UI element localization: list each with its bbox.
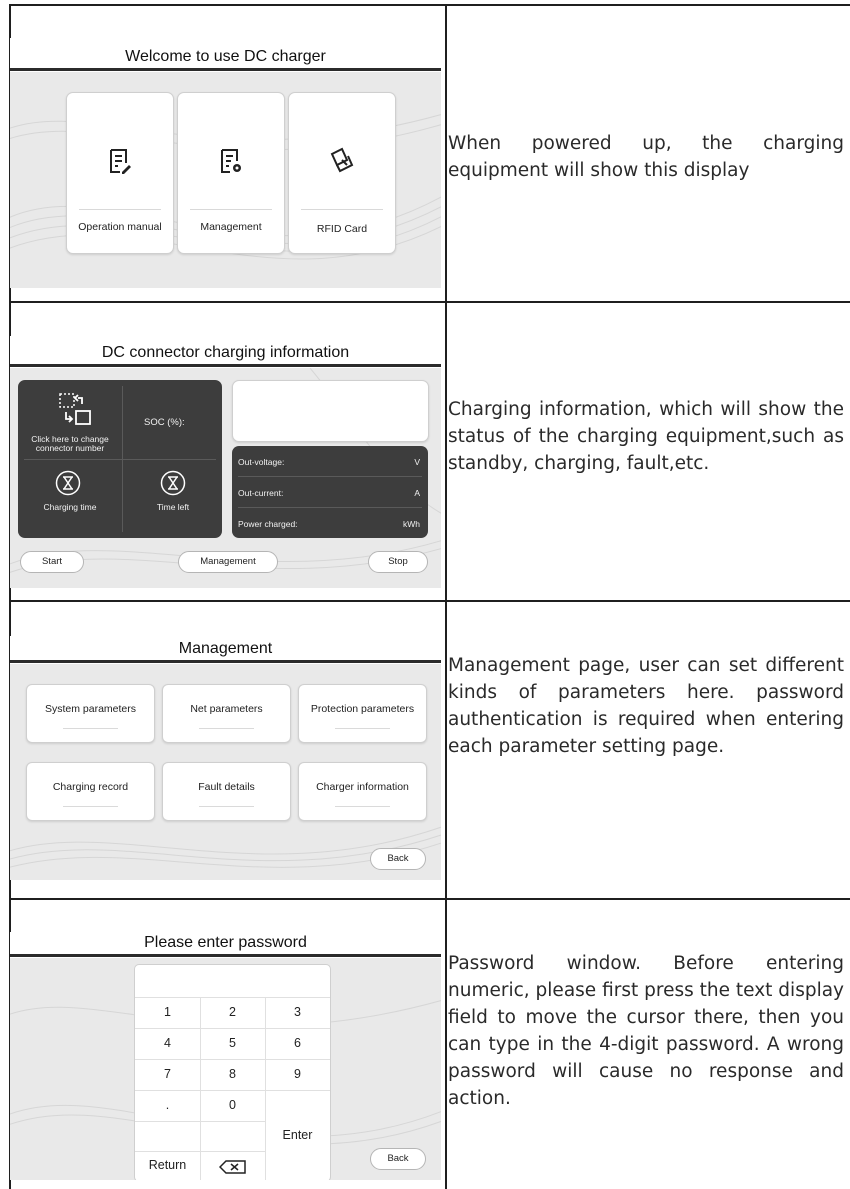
charging-info-screen: DC connector charging information Click …: [10, 336, 441, 588]
item-label: Net parameters: [190, 703, 263, 715]
enter-key[interactable]: Enter: [265, 1128, 330, 1142]
card-divider: [190, 209, 272, 210]
back-button[interactable]: Back: [370, 1148, 426, 1170]
backspace-icon[interactable]: [219, 1159, 247, 1175]
key-7[interactable]: 7: [135, 1067, 200, 1081]
change-connector-label[interactable]: Click here to change connector number: [20, 435, 120, 453]
card-label: Operation manual: [78, 221, 162, 233]
out-current-label: Out-current:: [238, 488, 284, 498]
key-2[interactable]: 2: [200, 1005, 265, 1019]
screen-title: Please enter password: [144, 934, 307, 951]
screen-title: Welcome to use DC charger: [125, 48, 326, 65]
row-description: Management page, user can set different …: [448, 655, 844, 757]
soc-label: SOC (%):: [144, 417, 185, 428]
key-3[interactable]: 3: [265, 1005, 330, 1019]
back-button[interactable]: Back: [370, 848, 426, 870]
screen-title: Management: [178, 640, 273, 657]
password-input[interactable]: [135, 965, 330, 997]
connector-status-panel: Click here to change connector number SO…: [18, 380, 222, 538]
net-parameters-button[interactable]: Net parameters: [162, 684, 291, 743]
out-voltage-label: Out-voltage:: [238, 457, 285, 467]
item-label: Protection parameters: [310, 703, 415, 715]
item-label: Charging record: [52, 781, 129, 793]
card-divider: [79, 209, 161, 210]
hourglass-icon: [160, 470, 186, 496]
row-description: When powered up, the charging equipment …: [448, 133, 844, 181]
charging-time-label: Charging time: [43, 502, 97, 512]
fault-details-button[interactable]: Fault details: [162, 762, 291, 821]
key-5[interactable]: 5: [200, 1036, 265, 1050]
card-label: RFID Card: [316, 223, 368, 235]
card-label: Management: [200, 221, 262, 233]
readings-panel: Out-voltage: V Out-current: A Power char…: [232, 446, 428, 538]
start-button[interactable]: Start: [20, 551, 84, 573]
card-divider: [301, 209, 383, 210]
switch-connector-icon[interactable]: [58, 392, 92, 426]
return-key[interactable]: Return: [135, 1158, 200, 1172]
title-bar-line: [10, 364, 441, 367]
time-left-label: Time left: [156, 502, 190, 512]
key-1[interactable]: 1: [135, 1005, 200, 1019]
protection-parameters-button[interactable]: Protection parameters: [298, 684, 427, 743]
document-pen-icon: [110, 149, 131, 174]
key-6[interactable]: 6: [265, 1036, 330, 1050]
key-9[interactable]: 9: [265, 1067, 330, 1081]
row-description: Password window. Before entering numeric…: [448, 953, 844, 1109]
management-screen: Management System parameters Net paramet…: [10, 636, 441, 880]
screen-background: System parameters Net parameters Protect…: [10, 664, 441, 880]
table-row-divider: [9, 301, 850, 303]
key-4[interactable]: 4: [135, 1036, 200, 1050]
status-display: [232, 380, 429, 442]
out-current-unit: A: [414, 488, 420, 498]
table-row-divider: [9, 600, 850, 602]
management-button[interactable]: Management: [178, 551, 278, 573]
screen-title: DC connector charging information: [101, 344, 350, 361]
row-description: Charging information, which will show th…: [448, 399, 844, 474]
title-bar-line: [10, 660, 441, 663]
table-border-top: [9, 4, 850, 6]
key-dot[interactable]: .: [135, 1098, 200, 1112]
rfid-card-icon: [330, 147, 354, 173]
table-row-divider: [9, 898, 850, 900]
document-gear-icon: [221, 149, 241, 173]
management-card[interactable]: Management: [177, 92, 285, 254]
power-charged-unit: kWh: [403, 519, 420, 529]
screen-background: Click here to change connector number SO…: [10, 368, 441, 588]
key-8[interactable]: 8: [200, 1067, 265, 1081]
screen-background: Operation manual Management RFID Card: [10, 72, 441, 288]
item-label: Fault details: [198, 781, 255, 793]
table-column-divider: [445, 4, 447, 1189]
password-keypad: 1 2 3 4 5 6 7 8 9 . 0 Enter Return: [134, 964, 331, 1180]
password-screen: Please enter password 1 2 3 4 5 6 7 8 9 …: [10, 932, 441, 1180]
out-voltage-unit: V: [414, 457, 420, 467]
stop-button[interactable]: Stop: [368, 551, 428, 573]
system-parameters-button[interactable]: System parameters: [26, 684, 155, 743]
power-charged-label: Power charged:: [238, 519, 298, 529]
key-0[interactable]: 0: [200, 1098, 265, 1112]
welcome-screen: Welcome to use DC charger Operation manu…: [10, 38, 441, 288]
title-bar-line: [10, 68, 441, 71]
rfid-card-card[interactable]: RFID Card: [288, 92, 396, 254]
title-bar-line: [10, 954, 441, 957]
item-label: Charger information: [316, 781, 409, 793]
operation-manual-card[interactable]: Operation manual: [66, 92, 174, 254]
hourglass-icon: [55, 470, 81, 496]
item-label: System parameters: [44, 703, 137, 715]
screen-background: 1 2 3 4 5 6 7 8 9 . 0 Enter Return Back: [10, 958, 441, 1180]
charging-record-button[interactable]: Charging record: [26, 762, 155, 821]
charger-information-button[interactable]: Charger information: [298, 762, 427, 821]
